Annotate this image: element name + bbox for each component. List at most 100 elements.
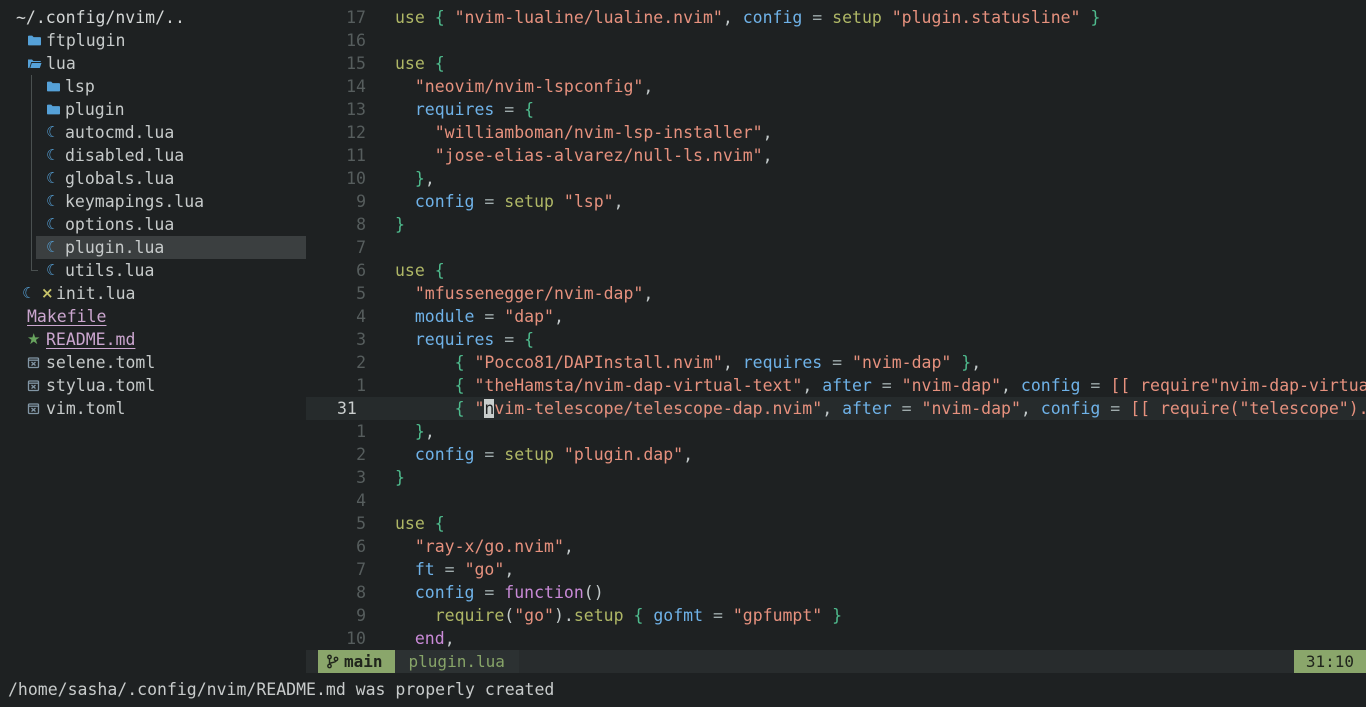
line-number: 14 [306,75,366,98]
code-line[interactable]: 5 "mfussenegger/nvim-dap", [306,282,1366,305]
line-number: 17 [306,6,366,29]
tree-item-label: disabled.lua [65,144,184,167]
lua-file-icon: ☾ [46,121,65,144]
line-number: 3 [306,328,366,351]
tree-item-lsp[interactable]: lsp [0,75,306,98]
file-tree: ftpluginlualspplugin☾autocmd.lua☾disable… [0,29,306,420]
tree-item-plugin[interactable]: plugin [0,98,306,121]
code-line[interactable]: 13 requires = { [306,98,1366,121]
tree-item-globals-lua[interactable]: ☾globals.lua [0,167,306,190]
line-number: 2 [306,443,366,466]
tree-item-keymapings-lua[interactable]: ☾keymapings.lua [0,190,306,213]
line-number: 16 [306,29,366,52]
code-line[interactable]: 9 require("go").setup { gofmt = "gpfumpt… [306,604,1366,627]
tree-guide [31,236,32,259]
tree-item-stylua-toml[interactable]: stylua.toml [0,374,306,397]
tree-guide [31,98,32,121]
code-text: "mfussenegger/nvim-dap", [395,282,1366,305]
folder-open-icon [27,57,46,70]
code-text [395,236,1366,259]
tree-item-init-lua[interactable]: ☾×init.lua [0,282,306,305]
tree-item-ftplugin[interactable]: ftplugin [0,29,306,52]
code-line[interactable]: 11 "jose-elias-alvarez/null-ls.nvim", [306,144,1366,167]
code-line-current[interactable]: 31 { "nvim-telescope/telescope-dap.nvim"… [306,397,1366,420]
line-number: 6 [306,535,366,558]
editor-buffer[interactable]: 17use { "nvim-lualine/lualine.nvim", con… [306,0,1366,650]
code-line[interactable]: 14 "neovim/nvim-lspconfig", [306,75,1366,98]
code-line[interactable]: 10 end, [306,627,1366,650]
tree-item-disabled-lua[interactable]: ☾disabled.lua [0,144,306,167]
code-text: "jose-elias-alvarez/null-ls.nvim", [395,144,1366,167]
code-text: use { [395,512,1366,535]
line-number: 11 [306,144,366,167]
code-line[interactable]: 8} [306,213,1366,236]
code-line[interactable]: 3} [306,466,1366,489]
tree-item-selene-toml[interactable]: selene.toml [0,351,306,374]
code-text: requires = { [395,98,1366,121]
code-line[interactable]: 10 }, [306,167,1366,190]
code-text: "williamboman/nvim-lsp-installer", [395,121,1366,144]
tree-item-label: Makefile [27,305,106,328]
code-line[interactable]: 5 use { [306,512,1366,535]
code-line[interactable]: 1 }, [306,420,1366,443]
code-line[interactable]: 16 [306,29,1366,52]
code-line[interactable]: 15use { [306,52,1366,75]
line-number: 9 [306,190,366,213]
tree-item-label: options.lua [65,213,174,236]
code-text: "neovim/nvim-lspconfig", [395,75,1366,98]
tree-guide [31,144,32,167]
tree-item-label: plugin [65,98,125,121]
code-line[interactable]: 4 [306,489,1366,512]
tree-item-readme-md[interactable]: ★README.md [0,328,306,351]
tree-root-path: ~/.config/nvim/.. [0,6,306,29]
lua-file-icon: ☾ [46,167,65,190]
code-line[interactable]: 4 module = "dap", [306,305,1366,328]
tree-guide [31,75,32,98]
code-line[interactable]: 7 ft = "go", [306,558,1366,581]
tree-item-label: vim.toml [46,397,125,420]
code-line[interactable]: 6 use { [306,259,1366,282]
code-line[interactable]: 1 { "theHamsta/nvim-dap-virtual-text", a… [306,374,1366,397]
line-number: 6 [306,259,366,282]
tree-item-vim-toml[interactable]: vim.toml [0,397,306,420]
code-text: { "nvim-telescope/telescope-dap.nvim", a… [395,397,1366,420]
tree-item-makefile[interactable]: Makefile [0,305,306,328]
cursor-block: n [484,399,494,418]
line-number: 3 [306,466,366,489]
line-number: 5 [306,512,366,535]
code-text: use { [395,259,1366,282]
tree-item-label: stylua.toml [46,374,155,397]
code-text: }, [395,420,1366,443]
tree-item-options-lua[interactable]: ☾options.lua [0,213,306,236]
code-line[interactable]: 2 config = setup "plugin.dap", [306,443,1366,466]
tree-item-lua[interactable]: lua [0,52,306,75]
tree-item-label: utils.lua [65,259,154,282]
tree-item-label: selene.toml [46,351,155,374]
tree-item-plugin-lua[interactable]: ☾plugin.lua [0,236,306,259]
code-line[interactable]: 2 { "Pocco81/DAPInstall.nvim", requires … [306,351,1366,374]
tree-guide [31,190,32,213]
tree-item-utils-lua[interactable]: ☾utils.lua [0,259,306,282]
tree-item-autocmd-lua[interactable]: ☾autocmd.lua [0,121,306,144]
code-line[interactable]: 8 config = function() [306,581,1366,604]
code-line[interactable]: 7 [306,236,1366,259]
toml-file-icon [27,356,46,369]
code-line[interactable]: 12 "williamboman/nvim-lsp-installer", [306,121,1366,144]
lua-file-icon: ☾ [22,282,41,305]
cursor-position: 31:10 [1294,650,1366,673]
code-text: use { [395,52,1366,75]
line-number: 1 [306,420,366,443]
statusline: main plugin.lua 31:10 [306,650,1366,673]
code-line[interactable]: 17use { "nvim-lualine/lualine.nvim", con… [306,6,1366,29]
code-text: { "theHamsta/nvim-dap-virtual-text", aft… [395,374,1366,397]
git-branch-segment: main [318,650,395,673]
code-line[interactable]: 6 "ray-x/go.nvim", [306,535,1366,558]
line-number: 4 [306,489,366,512]
code-line[interactable]: 3 requires = { [306,328,1366,351]
code-text: } [395,466,1366,489]
tree-guide-elbow [31,259,38,271]
code-line[interactable]: 9 config = setup "lsp", [306,190,1366,213]
lua-file-icon: ☾ [46,144,65,167]
line-number: 31 [306,397,366,420]
tree-item-label: lua [46,52,76,75]
